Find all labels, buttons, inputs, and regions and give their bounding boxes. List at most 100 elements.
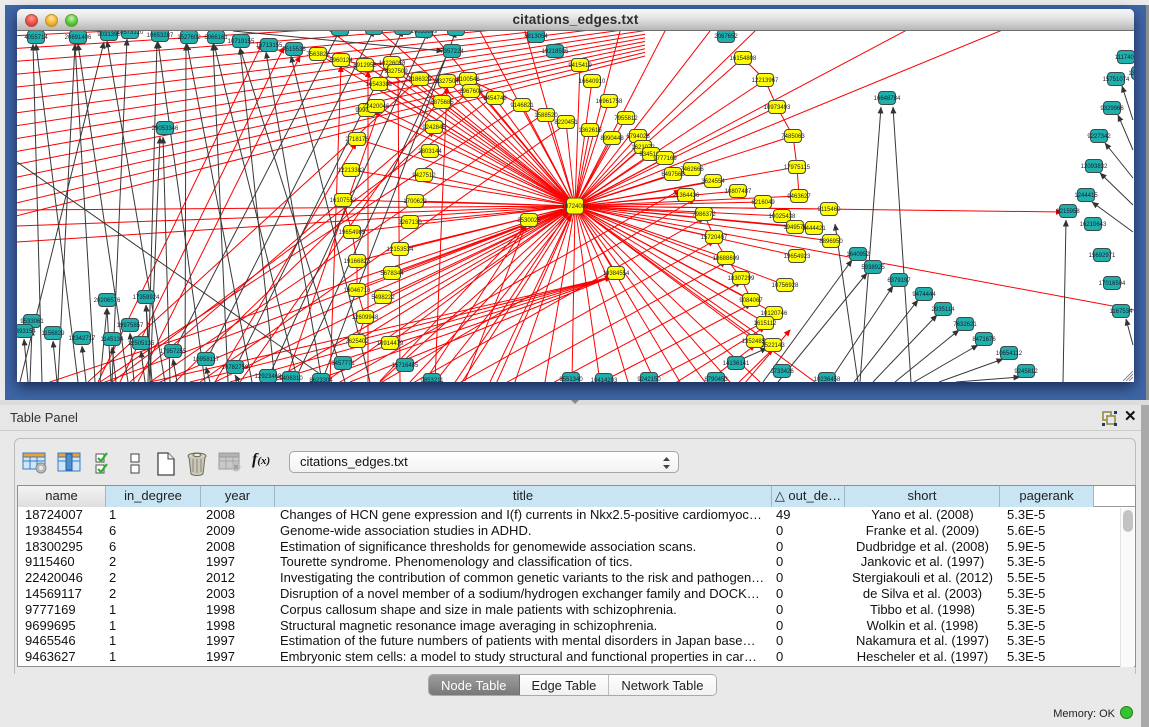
svg-text:19975857: 19975857 [117,323,144,329]
svg-text:29053346: 29053346 [152,126,179,132]
svg-text:16648784: 16648784 [874,96,901,102]
svg-text:10414203: 10414203 [591,378,618,382]
svg-text:7955812: 7955812 [614,116,638,122]
svg-text:16961758: 16961758 [596,99,623,105]
svg-text:20206576: 20206576 [94,298,121,304]
svg-text:5678344: 5678344 [380,271,404,277]
svg-text:19654923: 19654923 [784,254,811,260]
svg-text:17975115: 17975115 [784,165,811,171]
svg-text:9457771: 9457771 [331,361,355,367]
svg-text:6497568: 6497568 [661,172,685,178]
svg-text:9329966: 9329966 [1100,106,1124,112]
svg-text:10033809: 10033809 [411,31,438,35]
svg-text:22420046: 22420046 [363,104,390,110]
svg-text:2803144: 2803144 [418,149,442,155]
svg-text:8912958: 8912958 [353,63,377,69]
svg-text:8896950: 8896950 [819,239,843,245]
svg-text:4055714: 4055714 [24,35,48,41]
svg-text:6966161: 6966161 [204,35,228,41]
svg-text:12342717: 12342717 [69,336,96,342]
svg-text:5498222: 5498222 [371,295,395,301]
svg-text:12505135: 12505135 [128,341,155,347]
svg-text:19218506: 19218506 [542,49,569,55]
svg-text:8220451: 8220451 [554,120,578,126]
svg-text:8215958: 8215958 [1056,209,1080,215]
svg-text:15720407: 15720407 [701,235,728,241]
svg-text:15716485: 15716485 [392,363,419,369]
svg-text:16713155: 16713155 [256,43,283,49]
svg-text:8990448: 8990448 [600,136,624,142]
svg-text:9862034: 9862034 [362,31,386,32]
svg-text:21364436: 21364436 [673,193,700,199]
svg-text:1588520: 1588520 [534,113,558,119]
svg-text:10653287: 10653287 [147,33,174,39]
svg-text:1117405: 1117405 [1115,55,1134,61]
svg-text:8813054: 8813054 [444,31,468,33]
svg-text:10236458: 10236458 [814,377,841,382]
svg-text:12609948: 12609948 [352,315,379,321]
svg-text:7625402: 7625402 [345,339,369,345]
svg-text:6379197: 6379197 [887,278,911,284]
svg-text:7357224: 7357224 [440,49,464,55]
svg-text:9242845: 9242845 [422,125,446,131]
svg-text:1640952: 1640952 [846,252,870,258]
svg-text:10654112: 10654112 [996,351,1023,357]
svg-text:5938925: 5938925 [861,265,885,271]
svg-text:9406310: 9406310 [279,376,303,382]
svg-text:8790453: 8790453 [704,377,728,382]
svg-text:10025438: 10025438 [769,214,796,220]
svg-text:20691406: 20691406 [65,35,92,41]
svg-text:9327509: 9327509 [384,69,408,75]
svg-text:7563822: 7563822 [306,52,330,58]
svg-text:10973493: 10973493 [764,105,791,111]
svg-text:9427512: 9427512 [412,173,436,179]
svg-text:2718176: 2718176 [345,137,369,143]
svg-text:9115460: 9115460 [818,207,842,213]
svg-text:9551340: 9551340 [559,377,583,382]
svg-text:16782759: 16782759 [222,365,249,371]
svg-text:3267130: 3267130 [398,220,422,226]
svg-text:1145134: 1145134 [101,337,125,343]
svg-text:8471676: 8471676 [972,337,996,343]
svg-text:10807487: 10807487 [725,189,752,195]
svg-text:1167534: 1167534 [1110,309,1134,315]
svg-text:9853211: 9853211 [421,378,445,382]
svg-text:8960124: 8960124 [329,58,353,64]
svg-text:9242150: 9242150 [637,377,661,382]
svg-text:17957255: 17957255 [160,349,187,355]
svg-text:7485063: 7485063 [781,134,805,140]
svg-text:10914479: 10914479 [377,341,404,347]
svg-text:2087652: 2087652 [714,34,738,40]
svg-text:8875685: 8875685 [430,100,454,106]
svg-text:15751074: 15751074 [1103,77,1130,83]
svg-text:14136141: 14136141 [723,361,750,367]
svg-text:9474444: 9474444 [912,292,936,298]
svg-text:18724007: 18724007 [562,204,589,210]
svg-text:10958117: 10958117 [193,357,220,363]
svg-text:1527602: 1527602 [177,35,201,41]
svg-text:10688609: 10688609 [713,256,740,262]
svg-text:17359924: 17359924 [133,295,160,301]
svg-text:3624554: 3624554 [701,179,725,185]
svg-text:16210643: 16210643 [1080,222,1107,228]
svg-text:12153534: 12153534 [387,247,414,253]
svg-text:12923468: 12923468 [255,374,282,380]
svg-text:9463627: 9463627 [787,194,811,200]
svg-text:7393154: 7393154 [17,329,36,335]
svg-text:2967608: 2967608 [459,89,483,95]
svg-text:12213382: 12213382 [338,168,365,174]
svg-text:1733426: 1733426 [770,369,794,375]
svg-text:1615112: 1615112 [754,321,778,327]
svg-text:1244415: 1244415 [1074,193,1098,199]
svg-text:9227342: 9227342 [1087,134,1111,140]
svg-text:10719155: 10719155 [228,39,255,45]
svg-text:19166825: 19166825 [344,259,371,265]
svg-text:9245812: 9245812 [1014,369,1038,375]
svg-text:15692971: 15692971 [1089,253,1116,259]
svg-text:16543382: 16543382 [366,82,393,88]
svg-text:19384554: 19384554 [603,271,630,277]
svg-text:16154808: 16154808 [730,56,757,62]
svg-text:7986372: 7986372 [692,212,716,218]
svg-text:8186323: 8186323 [408,77,432,83]
svg-text:9146821: 9146821 [510,103,534,109]
